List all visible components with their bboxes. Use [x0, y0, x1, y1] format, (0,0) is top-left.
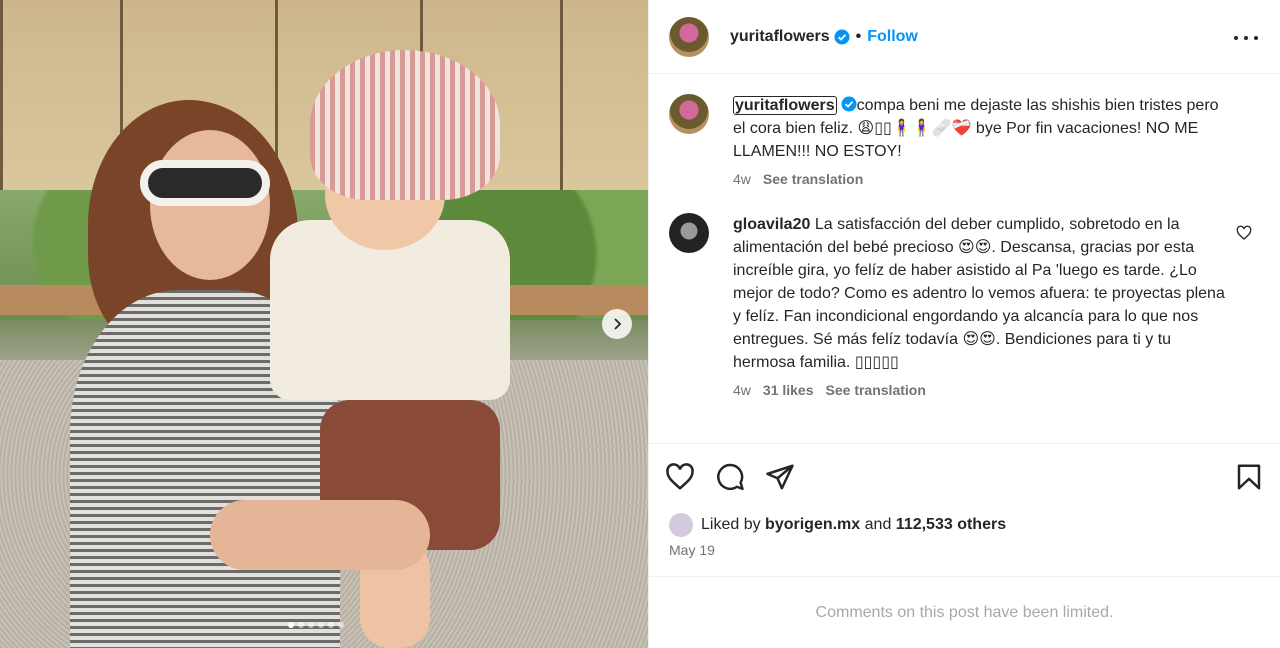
sunglasses [140, 160, 270, 206]
next-photo-button[interactable] [602, 309, 632, 339]
post-header: yuritaflowers • Follow [649, 0, 1280, 74]
likes-summary: Liked by byorigen.mx and 112,533 others [649, 510, 1280, 540]
comment-item: gloavila20 La satisfacción del deber cum… [669, 213, 1260, 402]
verified-badge-icon [841, 96, 857, 112]
carousel-dot [318, 622, 324, 628]
share-icon[interactable] [765, 462, 795, 492]
comment-see-translation[interactable]: See translation [826, 379, 926, 402]
chevron-right-icon [614, 318, 622, 330]
caption-avatar[interactable] [669, 94, 709, 134]
likes-prefix: Liked by [701, 516, 761, 533]
comment-likes[interactable]: 31 likes [763, 379, 814, 402]
woman-arm [210, 500, 430, 570]
caption-age: 4w [733, 171, 751, 187]
comment-like-heart-icon[interactable] [1236, 225, 1252, 241]
liker-username[interactable]: byorigen.mx [765, 516, 860, 534]
verified-badge-icon [834, 29, 850, 45]
follow-button[interactable]: Follow [867, 28, 918, 46]
likes-and: and [864, 516, 892, 533]
likes-others[interactable]: 112,533 others [896, 516, 1006, 534]
author-username[interactable]: yuritaflowers [730, 28, 830, 46]
comment-text: La satisfacción del deber cumplido, sobr… [733, 216, 1225, 371]
baby-hat [310, 50, 500, 200]
post-photo[interactable] [0, 0, 648, 648]
heart-icon[interactable] [665, 462, 695, 492]
more-options-icon[interactable] [1234, 26, 1258, 50]
carousel-dot [298, 622, 304, 628]
comment-age: 4w [733, 382, 751, 398]
post-date[interactable]: May 19 [649, 540, 1280, 570]
comment-icon[interactable] [715, 462, 745, 492]
carousel-indicator [288, 622, 344, 628]
post-viewer: yuritaflowers • Follow yuritaflowers comp… [0, 0, 1280, 648]
comments-limited-notice: Comments on this post have been limited. [649, 576, 1280, 648]
action-bar [649, 444, 1280, 510]
header-separator: • [855, 27, 862, 45]
commenter-avatar[interactable] [669, 213, 709, 253]
post-panel: yuritaflowers • Follow yuritaflowers comp… [648, 0, 1280, 648]
bookmark-icon[interactable] [1234, 462, 1264, 492]
carousel-dot [338, 622, 344, 628]
carousel-dot [288, 622, 294, 628]
caption-see-translation[interactable]: See translation [763, 168, 863, 191]
author-avatar[interactable] [669, 16, 709, 57]
comments-section: yuritaflowers compa beni me dejaste las s… [649, 74, 1280, 444]
liker-avatar[interactable] [669, 513, 693, 537]
caption-username[interactable]: yuritaflowers [733, 96, 837, 115]
carousel-dot [328, 622, 334, 628]
carousel-dot [308, 622, 314, 628]
caption: yuritaflowers compa beni me dejaste las s… [669, 94, 1260, 191]
comment-username[interactable]: gloavila20 [733, 216, 810, 233]
